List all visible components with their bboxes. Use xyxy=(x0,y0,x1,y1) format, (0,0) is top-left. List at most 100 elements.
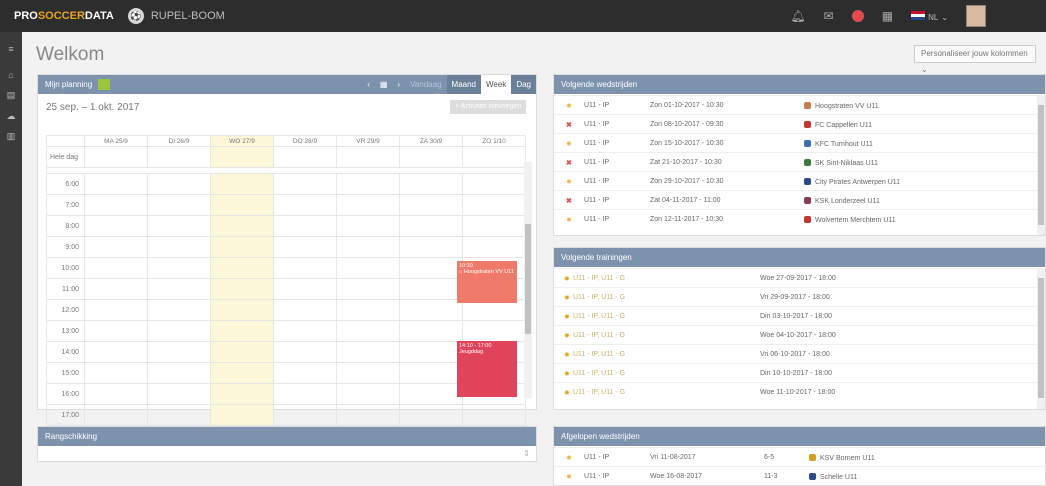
time-slot[interactable] xyxy=(336,341,400,363)
time-slot[interactable] xyxy=(273,215,337,237)
time-slot[interactable] xyxy=(147,173,211,195)
personalize-columns-button[interactable]: Personaliseer jouw kolommen ⌄ xyxy=(914,45,1036,74)
time-slot[interactable] xyxy=(273,299,337,321)
time-slot[interactable] xyxy=(273,362,337,384)
stats-icon[interactable]: ▥ xyxy=(5,131,17,141)
time-slot[interactable] xyxy=(84,215,148,237)
bell-icon[interactable]: 🔔︎ xyxy=(790,9,805,23)
time-slot[interactable] xyxy=(147,299,211,321)
home-icon[interactable]: ⌂ xyxy=(5,70,17,80)
user-avatar[interactable] xyxy=(966,5,986,27)
prev-button[interactable]: ‹ xyxy=(367,75,370,94)
time-slot[interactable] xyxy=(210,257,274,279)
time-slot[interactable] xyxy=(336,320,400,342)
time-slot[interactable] xyxy=(210,362,274,384)
next-button[interactable]: › xyxy=(397,75,400,94)
time-slot[interactable] xyxy=(273,320,337,342)
time-slot[interactable] xyxy=(273,341,337,363)
time-slot[interactable] xyxy=(84,341,148,363)
mail-icon[interactable]: ✉ xyxy=(824,9,834,23)
time-slot[interactable] xyxy=(147,236,211,258)
time-slot[interactable] xyxy=(273,236,337,258)
cloud-icon[interactable]: ☁ xyxy=(5,111,17,121)
day-view-button[interactable]: Dag xyxy=(511,75,536,94)
time-slot[interactable] xyxy=(84,257,148,279)
day-header[interactable]: DI 26/9 xyxy=(147,135,211,147)
app-logo[interactable]: PROSOCCERDATA xyxy=(14,10,114,22)
time-slot[interactable] xyxy=(210,299,274,321)
time-slot[interactable] xyxy=(336,383,400,405)
week-view-button[interactable]: Week xyxy=(481,75,512,94)
match-row[interactable]: ✖ U11 - IP Zat 21-10-2017 - 10:30 SK Sint-N… xyxy=(554,152,1045,171)
time-slot[interactable] xyxy=(399,236,463,258)
training-row[interactable]: ✸ U11 - IP, U11 - G Woe 11-10-2017 - 18:00 xyxy=(554,382,1045,401)
time-slot[interactable] xyxy=(84,278,148,300)
opponent[interactable]: SK Sint-Niklaas U11 xyxy=(804,159,878,167)
trainings-scrollbar[interactable] xyxy=(1037,268,1045,409)
time-slot[interactable] xyxy=(336,236,400,258)
allday-cell[interactable] xyxy=(399,146,463,168)
time-slot[interactable] xyxy=(84,404,148,426)
time-slot[interactable] xyxy=(462,236,526,258)
training-row[interactable]: ✸ U11 - IP, U11 - G Woe 04-10-2017 - 18:00 xyxy=(554,325,1045,344)
opponent[interactable]: KSK Londerzeel U11 xyxy=(804,197,880,205)
time-slot[interactable] xyxy=(462,320,526,342)
time-slot[interactable] xyxy=(273,278,337,300)
time-slot[interactable] xyxy=(147,215,211,237)
time-slot[interactable] xyxy=(84,173,148,195)
today-button[interactable]: Vandaag xyxy=(410,75,441,94)
opponent[interactable]: City Pirates Antwerpen U11 xyxy=(804,178,900,186)
time-slot[interactable] xyxy=(336,362,400,384)
time-slot[interactable] xyxy=(210,194,274,216)
opponent[interactable]: Schelle U11 xyxy=(809,473,857,481)
calendar-nav-icon[interactable]: ▤ xyxy=(5,90,17,100)
time-slot[interactable] xyxy=(84,194,148,216)
time-slot[interactable] xyxy=(147,383,211,405)
past-match-row[interactable]: ✸ U11 - IP Woe 16-08-2017 11-3 Schelle U11 xyxy=(554,466,1045,485)
match-row[interactable]: ✸ U11 - IP Zon 01-10-2017 - 10:30 Hoogstrat… xyxy=(554,95,1045,114)
training-row[interactable]: ✸ U11 - IP, U11 - G Vri 29-09-2017 - 18:00 xyxy=(554,287,1045,306)
time-slot[interactable] xyxy=(210,320,274,342)
time-slot[interactable] xyxy=(84,320,148,342)
day-header[interactable]: ZO 1/10 xyxy=(462,135,526,147)
time-slot[interactable] xyxy=(399,299,463,321)
time-slot[interactable] xyxy=(210,278,274,300)
time-slot[interactable] xyxy=(210,236,274,258)
youth-day-event[interactable]: 14:10 - 17:00 Jeugddag xyxy=(457,341,517,397)
allday-cell[interactable] xyxy=(147,146,211,168)
time-slot[interactable] xyxy=(210,383,274,405)
allday-cell[interactable] xyxy=(336,146,400,168)
training-row[interactable]: ✸ U11 - IP, U11 - G Din 03-10-2017 - 18:00 xyxy=(554,306,1045,325)
time-slot[interactable] xyxy=(399,362,463,384)
time-slot[interactable] xyxy=(399,257,463,279)
day-header[interactable]: VR 29/9 xyxy=(336,135,400,147)
grid-icon[interactable]: ▦ xyxy=(882,9,893,23)
menu-icon[interactable]: ≡ xyxy=(5,44,17,54)
time-slot[interactable] xyxy=(147,362,211,384)
ranking-stepper-icon[interactable]: ⇕ xyxy=(523,449,530,458)
time-slot[interactable] xyxy=(462,404,526,426)
match-row[interactable]: ✖ U11 - IP Zon 08-10-2017 - 09:30 FC Cappel… xyxy=(554,114,1045,133)
time-slot[interactable] xyxy=(462,173,526,195)
calendar-icon[interactable]: ▦ xyxy=(380,75,388,94)
time-slot[interactable] xyxy=(273,173,337,195)
time-slot[interactable] xyxy=(399,215,463,237)
training-row[interactable]: ✸ U11 - IP, U11 - G Woe 27-09-2017 - 18:00 xyxy=(554,268,1045,287)
language-selector[interactable]: NL ⌄ xyxy=(911,9,948,23)
club-name[interactable]: RUPEL-BOOM xyxy=(151,10,225,22)
match-row[interactable]: ✸ U11 - IP Zon 12-11-2017 - 10:30 Wolvertem… xyxy=(554,209,1045,228)
time-slot[interactable] xyxy=(399,194,463,216)
time-slot[interactable] xyxy=(336,278,400,300)
time-slot[interactable] xyxy=(210,341,274,363)
time-slot[interactable] xyxy=(84,362,148,384)
time-slot[interactable] xyxy=(336,257,400,279)
time-slot[interactable] xyxy=(273,383,337,405)
day-header[interactable]: ZA 30/9 xyxy=(399,135,463,147)
allday-cell[interactable] xyxy=(462,146,526,168)
time-slot[interactable] xyxy=(273,257,337,279)
past-match-row[interactable]: ✸ U11 - IP Vri 11-08-2017 6-5 KSV Bornem U11 xyxy=(554,447,1045,466)
opponent[interactable]: Hoogstraten VV U11 xyxy=(804,102,879,110)
time-slot[interactable] xyxy=(462,194,526,216)
time-slot[interactable] xyxy=(336,299,400,321)
match-row[interactable]: ✸ U11 - IP Zon 29-10-2017 - 10:30 City Pira… xyxy=(554,171,1045,190)
